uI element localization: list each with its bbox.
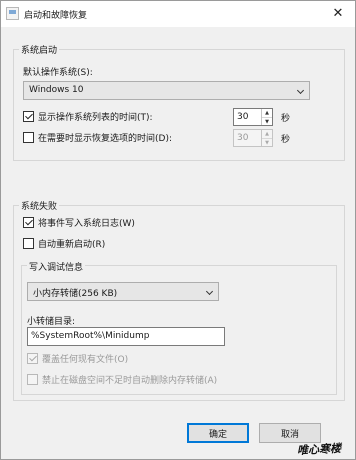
default-os-label: 默认操作系统(S): (23, 68, 93, 78)
show-recovery-label: 在需要时显示恢复选项的时间(D): (38, 134, 172, 144)
chevron-down-icon (205, 287, 214, 296)
show-recovery-spinner: 30 ▲ ▼ (233, 129, 273, 147)
show-recovery-value: 30 (237, 133, 249, 143)
default-os-select[interactable]: Windows 10 (23, 81, 310, 100)
spin-down-icon[interactable]: ▼ (262, 117, 272, 125)
cancel-button[interactable]: 取消 (259, 423, 321, 443)
spin-up-icon: ▲ (265, 131, 269, 137)
overwrite-checkbox (27, 353, 38, 364)
startup-recovery-dialog: 启动和故障恢复 ✕ 系统启动 默认操作系统(S): Windows 10 显示操… (0, 0, 356, 460)
chevron-down-icon (296, 86, 305, 95)
spin-down-icon: ▼ (262, 138, 272, 146)
show-os-list-checkbox[interactable] (23, 111, 34, 122)
debug-info-label: 写入调试信息 (27, 260, 86, 273)
show-os-list-unit: 秒 (281, 114, 291, 124)
auto-restart-checkbox[interactable] (23, 238, 34, 249)
write-event-checkbox-row[interactable]: 将事件写入系统日志(W) (23, 216, 135, 229)
system-failure-label: 系统失败 (19, 199, 60, 212)
dump-type-value: 小内存转储(256 KB) (33, 289, 118, 299)
show-recovery-unit: 秒 (281, 135, 291, 145)
overwrite-label: 覆盖任何现有文件(O) (42, 355, 129, 365)
window-title: 启动和故障恢复 (24, 11, 88, 21)
disable-auto-delete-label: 禁止在磁盘空间不足时自动删除内存转储(A) (42, 376, 218, 386)
system-startup-label: 系统启动 (19, 43, 60, 56)
show-os-list-spinner[interactable]: 30 ▲ ▼ (233, 108, 273, 126)
show-os-list-checkbox-row[interactable]: 显示操作系统列表的时间(T): (23, 110, 153, 123)
dump-dir-value: %SystemRoot%\Minidump (31, 331, 150, 341)
auto-restart-checkbox-row[interactable]: 自动重新启动(R) (23, 237, 105, 250)
title-bar: 启动和故障恢复 ✕ (1, 1, 355, 27)
dump-dir-label: 小转储目录: (27, 317, 76, 327)
write-event-label: 将事件写入系统日志(W) (38, 219, 135, 229)
show-os-list-value[interactable]: 30 (237, 112, 248, 122)
window-icon (6, 7, 19, 20)
show-os-list-label: 显示操作系统列表的时间(T): (38, 113, 153, 123)
overwrite-checkbox-row: 覆盖任何现有文件(O) (27, 352, 128, 365)
default-os-value: Windows 10 (29, 85, 84, 95)
disable-auto-delete-checkbox-row: 禁止在磁盘空间不足时自动删除内存转储(A) (27, 373, 217, 386)
watermark-signature: 唯心寒楼 (296, 441, 342, 458)
ok-button[interactable]: 确定 (187, 423, 249, 443)
dump-dir-input[interactable]: %SystemRoot%\Minidump (27, 327, 225, 346)
show-recovery-checkbox[interactable] (23, 132, 34, 143)
auto-restart-label: 自动重新启动(R) (38, 240, 106, 250)
spin-up-icon[interactable]: ▲ (262, 109, 272, 117)
write-event-checkbox[interactable] (23, 217, 34, 228)
dump-type-select[interactable]: 小内存转储(256 KB) (27, 282, 219, 301)
close-button[interactable]: ✕ (321, 1, 355, 25)
disable-auto-delete-checkbox (27, 374, 38, 385)
show-recovery-checkbox-row[interactable]: 在需要时显示恢复选项的时间(D): (23, 131, 172, 144)
